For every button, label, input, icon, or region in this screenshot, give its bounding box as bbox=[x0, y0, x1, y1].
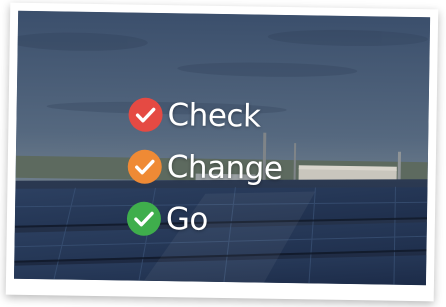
step-label: Go bbox=[165, 201, 209, 238]
step-label: Change bbox=[166, 149, 283, 187]
solar-farm-photo: Check Change Go bbox=[13, 10, 431, 286]
step-label: Check bbox=[167, 97, 261, 135]
step-check: Check bbox=[128, 89, 283, 143]
checkmark-icon bbox=[135, 107, 156, 123]
step-change: Change bbox=[127, 141, 283, 195]
step-list: Check Change Go bbox=[126, 89, 284, 247]
step-go: Go bbox=[126, 193, 282, 247]
photo-print: Check Change Go bbox=[5, 2, 439, 302]
go-badge bbox=[126, 201, 162, 237]
checkmark-icon bbox=[135, 159, 155, 175]
checkmark-icon bbox=[134, 211, 154, 227]
check-badge bbox=[128, 97, 163, 133]
page: Check Change Go bbox=[0, 0, 446, 307]
change-badge bbox=[127, 149, 163, 185]
